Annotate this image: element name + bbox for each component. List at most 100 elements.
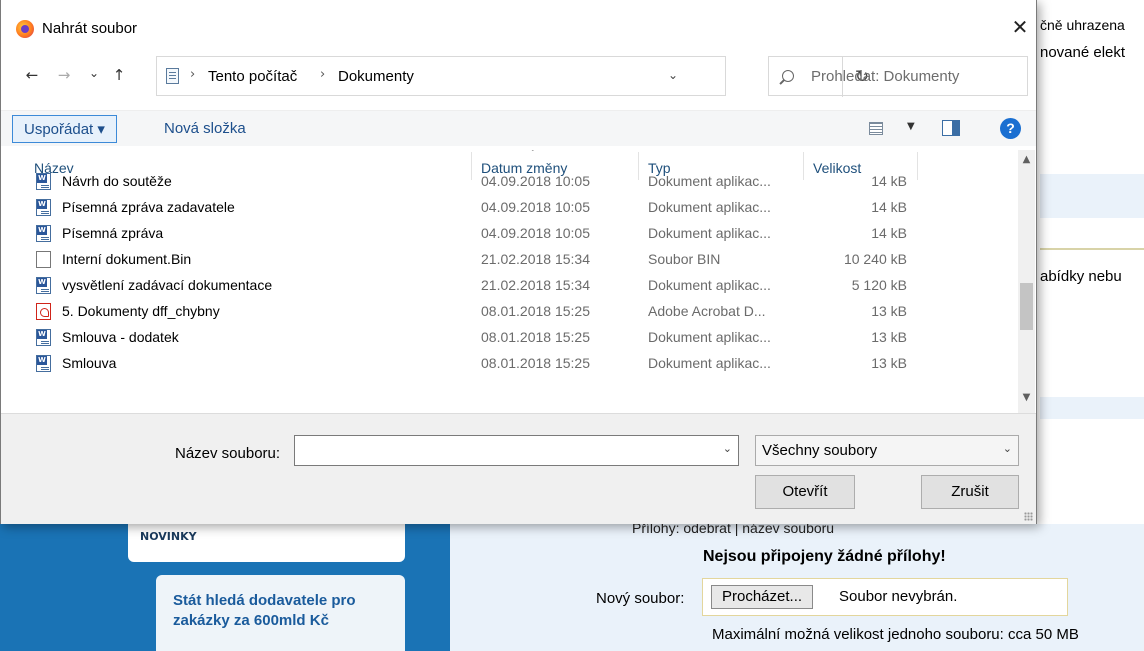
file-row[interactable]: Písemná zpráva 04.09.2018 10:05 Dokument… <box>11 221 1011 247</box>
forward-arrow-icon[interactable]: → <box>53 66 75 86</box>
file-type: Soubor BIN <box>648 251 721 267</box>
recent-locations-chevron-icon[interactable]: ⌄ <box>83 66 105 86</box>
file-name: Písemná zpráva <box>62 225 164 241</box>
search-placeholder: Prohledat: Dokumenty <box>811 68 960 85</box>
file-type: Dokument aplikac... <box>648 355 771 371</box>
file-type-filter[interactable]: Všechny soubory ⌄ <box>755 435 1019 466</box>
file-name: Smlouva - dodatek <box>62 329 179 345</box>
file-type: Dokument aplikac... <box>648 225 771 241</box>
filename-dropdown-chevron-icon[interactable]: ⌄ <box>723 442 732 455</box>
file-size: 13 kB <box>871 355 907 371</box>
file-date: 21.02.2018 15:34 <box>481 277 590 293</box>
file-name: Návrh do soutěže <box>62 173 172 189</box>
file-row[interactable]: vysvětlení zadávací dokumentace 21.02.20… <box>11 273 1011 299</box>
word-document-icon <box>36 277 51 294</box>
breadcrumb-this-pc[interactable]: Tento počítač <box>208 68 297 85</box>
word-document-icon <box>36 173 51 190</box>
generic-file-icon <box>36 251 51 268</box>
address-bar[interactable]: › Tento počítač › Dokumenty ⌄ ↻ <box>156 56 869 97</box>
word-document-icon <box>36 225 51 242</box>
bg-text-line1: čně uhrazena <box>1040 17 1125 33</box>
command-toolbar: Uspořádat ▾ Nová složka ▼ ? <box>1 110 1036 146</box>
cancel-button[interactable]: Zrušit <box>921 475 1019 509</box>
bg-panel-band-2 <box>1040 397 1144 419</box>
file-date: 08.01.2018 15:25 <box>481 355 590 371</box>
word-document-icon <box>36 329 51 346</box>
no-file-selected-text: Soubor nevybrán. <box>839 588 958 605</box>
breadcrumb-documents[interactable]: Dokumenty <box>338 68 414 85</box>
file-row[interactable]: Návrh do soutěže 04.09.2018 10:05 Dokume… <box>11 169 1011 195</box>
breadcrumb-separator-icon[interactable]: › <box>190 67 195 82</box>
file-name: Interní dokument.Bin <box>62 251 192 267</box>
file-type: Dokument aplikac... <box>648 329 771 345</box>
file-type-filter-value: Všechny soubory <box>762 442 878 459</box>
file-date: 08.01.2018 15:25 <box>481 329 590 345</box>
file-row[interactable]: Smlouva - dodatek 08.01.2018 15:25 Dokum… <box>11 325 1011 351</box>
search-icon <box>782 70 794 82</box>
view-options-icon[interactable] <box>869 122 883 135</box>
filter-dropdown-chevron-icon[interactable]: ⌄ <box>1003 442 1012 455</box>
open-button[interactable]: Otevřít <box>755 475 855 509</box>
bg-panel-band <box>1040 174 1144 218</box>
firefox-icon <box>16 20 34 38</box>
dialog-footer: Název souboru: ⌄ Všechny soubory ⌄ Otevř… <box>1 413 1036 524</box>
file-size: 14 kB <box>871 199 907 215</box>
file-date: 08.01.2018 15:25 <box>481 303 590 319</box>
bg-novinky-box: NOVINKY <box>128 522 405 562</box>
view-dropdown-chevron-icon[interactable]: ▼ <box>907 121 915 132</box>
scroll-up-chevron-icon[interactable]: ▲ <box>1018 154 1035 170</box>
organize-button[interactable]: Uspořádat ▾ <box>12 115 117 143</box>
max-size-text: Maximální možná velikost jednoho souboru… <box>712 626 1079 643</box>
file-size: 5 120 kB <box>851 277 907 293</box>
resize-grip-icon[interactable] <box>1024 512 1033 521</box>
address-dropdown-chevron-icon[interactable]: ⌄ <box>668 68 678 82</box>
file-name: Písemná zpráva zadavatele <box>62 199 235 215</box>
filename-label: Název souboru: <box>175 445 281 462</box>
file-row[interactable]: Interní dokument.Bin 21.02.2018 15:34 So… <box>11 247 1011 273</box>
bg-news-card[interactable]: Stát hledá dodavatele pro zakázky za 600… <box>156 575 405 651</box>
file-name: vysvětlení zadávací dokumentace <box>62 277 273 293</box>
bg-text-line2: nované elekt <box>1040 44 1126 61</box>
browse-button[interactable]: Procházet... <box>711 585 814 609</box>
file-row[interactable]: Smlouva 08.01.2018 15:25 Dokument aplika… <box>11 351 1011 377</box>
file-type: Dokument aplikac... <box>648 277 771 293</box>
scroll-down-chevron-icon[interactable]: ▼ <box>1018 392 1035 408</box>
file-list[interactable]: Název ⌄ Datum změny Typ Velikost Návrh d… <box>11 150 1035 413</box>
file-name: Smlouva <box>62 355 117 371</box>
new-folder-button[interactable]: Nová složka <box>164 115 246 143</box>
file-size: 10 240 kB <box>843 251 907 267</box>
file-open-dialog: Nahrát soubor ✕ ← → ⌄ ↑ › Tento počítač … <box>0 0 1037 524</box>
file-type: Dokument aplikac... <box>648 199 771 215</box>
file-input-box[interactable]: Procházet... Soubor nevybrán. <box>702 578 1068 616</box>
navigation-bar: ← → ⌄ ↑ › Tento počítač › Dokumenty ⌄ ↻ … <box>1 56 1036 97</box>
search-input[interactable]: Prohledat: Dokumenty <box>768 56 1028 96</box>
help-icon[interactable]: ? <box>1000 118 1021 139</box>
file-row[interactable]: Písemná zpráva zadavatele 04.09.2018 10:… <box>11 195 1011 221</box>
novinky-heading: NOVINKY <box>140 530 197 543</box>
pdf-file-icon <box>36 303 51 320</box>
bg-text-line3: abídky nebu <box>1040 268 1122 285</box>
bg-panel-line <box>1040 248 1144 250</box>
file-size: 14 kB <box>871 173 907 189</box>
up-arrow-icon[interactable]: ↑ <box>108 66 130 86</box>
vertical-scrollbar[interactable]: ▲ ▼ <box>1018 150 1035 413</box>
filename-input[interactable]: ⌄ <box>294 435 739 466</box>
file-type: Adobe Acrobat D... <box>648 303 766 319</box>
file-type: Dokument aplikac... <box>648 173 771 189</box>
breadcrumb-separator-icon[interactable]: › <box>320 67 325 82</box>
news-card-link[interactable]: Stát hledá dodavatele pro zakázky za 600… <box>173 591 393 631</box>
back-arrow-icon[interactable]: ← <box>21 66 43 86</box>
file-date: 04.09.2018 10:05 <box>481 173 590 189</box>
file-size: 13 kB <box>871 303 907 319</box>
file-date: 21.02.2018 15:34 <box>481 251 590 267</box>
documents-folder-icon <box>166 68 179 84</box>
preview-pane-icon[interactable] <box>942 120 960 136</box>
new-file-label: Nový soubor: <box>596 590 685 607</box>
file-row[interactable]: 5. Dokumenty dff_chybny 08.01.2018 15:25… <box>11 299 1011 325</box>
file-date: 04.09.2018 10:05 <box>481 225 590 241</box>
dialog-titlebar[interactable]: Nahrát soubor ✕ <box>1 0 1036 38</box>
scrollbar-thumb[interactable] <box>1020 283 1033 330</box>
file-date: 04.09.2018 10:05 <box>481 199 590 215</box>
file-name: 5. Dokumenty dff_chybny <box>62 303 220 319</box>
close-icon[interactable]: ✕ <box>1009 16 1031 38</box>
